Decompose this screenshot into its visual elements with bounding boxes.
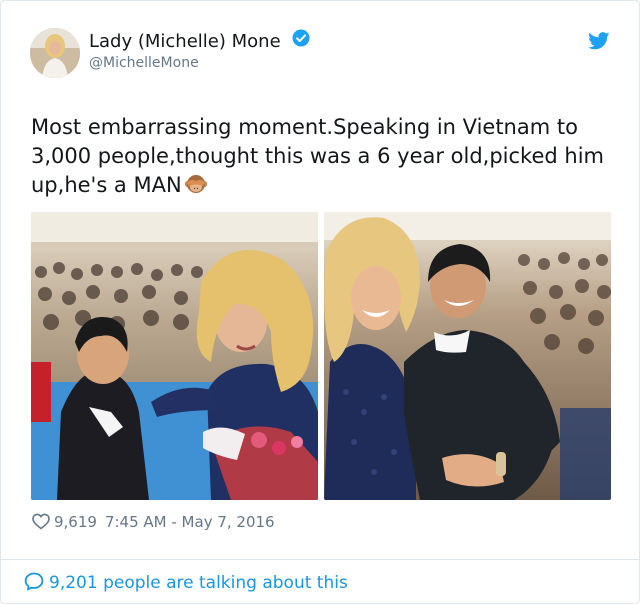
talking-link[interactable]: 9,201 people are talking about this xyxy=(24,572,348,596)
display-name-text[interactable]: Lady (Michelle) Mone xyxy=(89,31,281,52)
tweet-card: Lady (Michelle) Mone @MichelleMone Most … xyxy=(0,0,640,604)
tweet-meta: 9,619 7:45 AM - May 7, 2016 xyxy=(32,513,275,534)
twitter-bird-icon[interactable] xyxy=(588,32,610,50)
tweet-photo-left[interactable] xyxy=(31,212,318,500)
divider xyxy=(1,559,639,560)
user-handle[interactable]: @MichelleMone xyxy=(89,55,199,71)
tweet-timestamp[interactable]: 7:45 AM - May 7, 2016 xyxy=(105,513,275,531)
speech-bubble-icon xyxy=(24,572,44,596)
heart-icon[interactable] xyxy=(32,513,50,534)
tweet-photo-right[interactable] xyxy=(324,212,611,500)
tweet-text: Most embarrassing moment.Speaking in Vie… xyxy=(31,113,621,204)
tweet-text-body: Most embarrassing moment.Speaking in Vie… xyxy=(31,115,604,197)
display-name[interactable]: Lady (Michelle) Mone xyxy=(89,29,310,52)
avatar[interactable] xyxy=(30,28,80,78)
talking-text[interactable]: 9,201 people are talking about this xyxy=(49,573,348,593)
see-no-evil-monkey-icon xyxy=(184,172,208,204)
verified-badge-icon xyxy=(292,29,310,52)
like-count[interactable]: 9,619 xyxy=(54,513,97,531)
